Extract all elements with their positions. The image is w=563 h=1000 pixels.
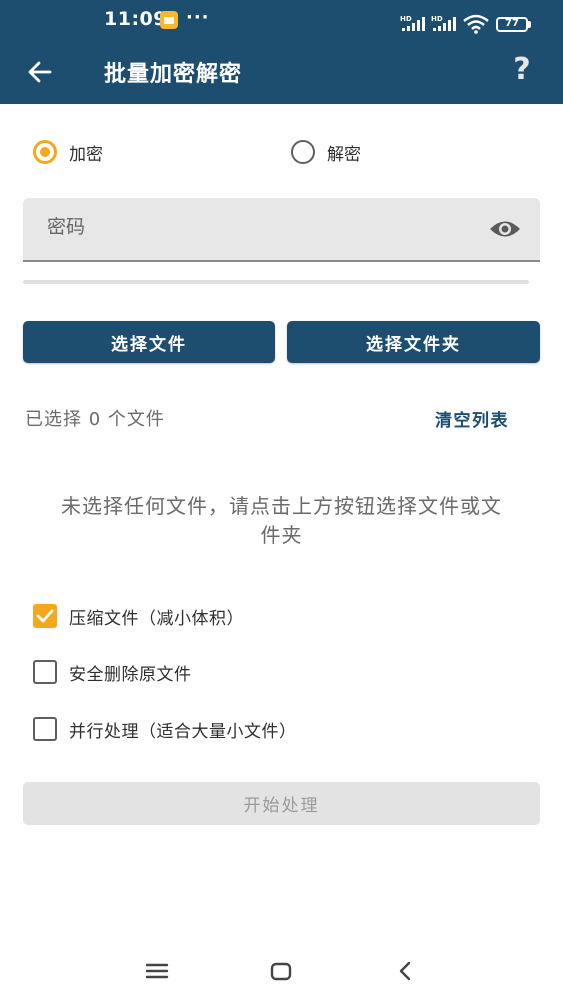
- system-nav-bar: [0, 945, 563, 1000]
- check-icon: [36, 609, 54, 623]
- select-file-button[interactable]: 选择文件: [23, 321, 275, 363]
- signal-hd-icon: HD: [431, 15, 456, 31]
- checkbox-unchecked-icon[interactable]: [33, 717, 57, 741]
- battery-cap: [528, 21, 531, 28]
- more-notifications-indicator: ···: [186, 7, 210, 28]
- compress-label: 压缩文件（减小体积）: [69, 608, 244, 629]
- decrypt-label: 解密: [327, 144, 361, 165]
- decrypt-radio[interactable]: 解密: [291, 137, 361, 167]
- wifi-icon: [463, 14, 489, 34]
- back-icon[interactable]: [391, 957, 419, 985]
- checkbox-unchecked-icon[interactable]: [33, 660, 57, 684]
- help-icon[interactable]: ?: [507, 52, 537, 88]
- secure-delete-label: 安全删除原文件: [69, 664, 192, 685]
- signal-hd-icon: HD: [400, 15, 425, 31]
- secure-delete-option[interactable]: 安全删除原文件: [33, 659, 192, 685]
- status-time: 11:09: [104, 8, 167, 30]
- status-bar: 11:09 ··· HD HD 77: [0, 0, 563, 40]
- compress-option[interactable]: 压缩文件（减小体积）: [33, 603, 244, 629]
- selected-count: 已选择 0 个文件: [25, 409, 165, 430]
- start-processing-button[interactable]: 开始处理: [23, 782, 540, 825]
- back-arrow-icon[interactable]: [26, 58, 54, 86]
- checkbox-checked-icon[interactable]: [33, 604, 57, 628]
- battery-icon: 77: [496, 17, 528, 32]
- empty-state-message: 未选择任何文件，请点击上方按钮选择文件或文件夹: [61, 494, 502, 547]
- home-icon[interactable]: [267, 957, 295, 985]
- radio-checked-icon[interactable]: [33, 140, 57, 164]
- battery-level: 77: [505, 18, 519, 29]
- app-bar: 批量加密解密 ?: [0, 40, 563, 104]
- password-field[interactable]: [23, 198, 540, 262]
- encrypt-radio[interactable]: 加密: [33, 137, 103, 167]
- notification-icon: [160, 11, 178, 29]
- radio-unchecked-icon[interactable]: [291, 140, 315, 164]
- parallel-option[interactable]: 并行处理（适合大量小文件）: [33, 716, 297, 742]
- menu-icon[interactable]: [143, 957, 171, 985]
- svg-text:HD: HD: [400, 15, 412, 23]
- clear-list-button[interactable]: 清空列表: [435, 406, 509, 431]
- svg-text:HD: HD: [431, 15, 443, 23]
- eye-icon[interactable]: [489, 218, 521, 240]
- page-title: 批量加密解密: [104, 62, 243, 87]
- password-strength-bar: [23, 280, 529, 284]
- encrypt-label: 加密: [69, 144, 103, 165]
- select-folder-button[interactable]: 选择文件夹: [287, 321, 540, 363]
- password-input[interactable]: [47, 216, 467, 238]
- parallel-label: 并行处理（适合大量小文件）: [69, 721, 297, 742]
